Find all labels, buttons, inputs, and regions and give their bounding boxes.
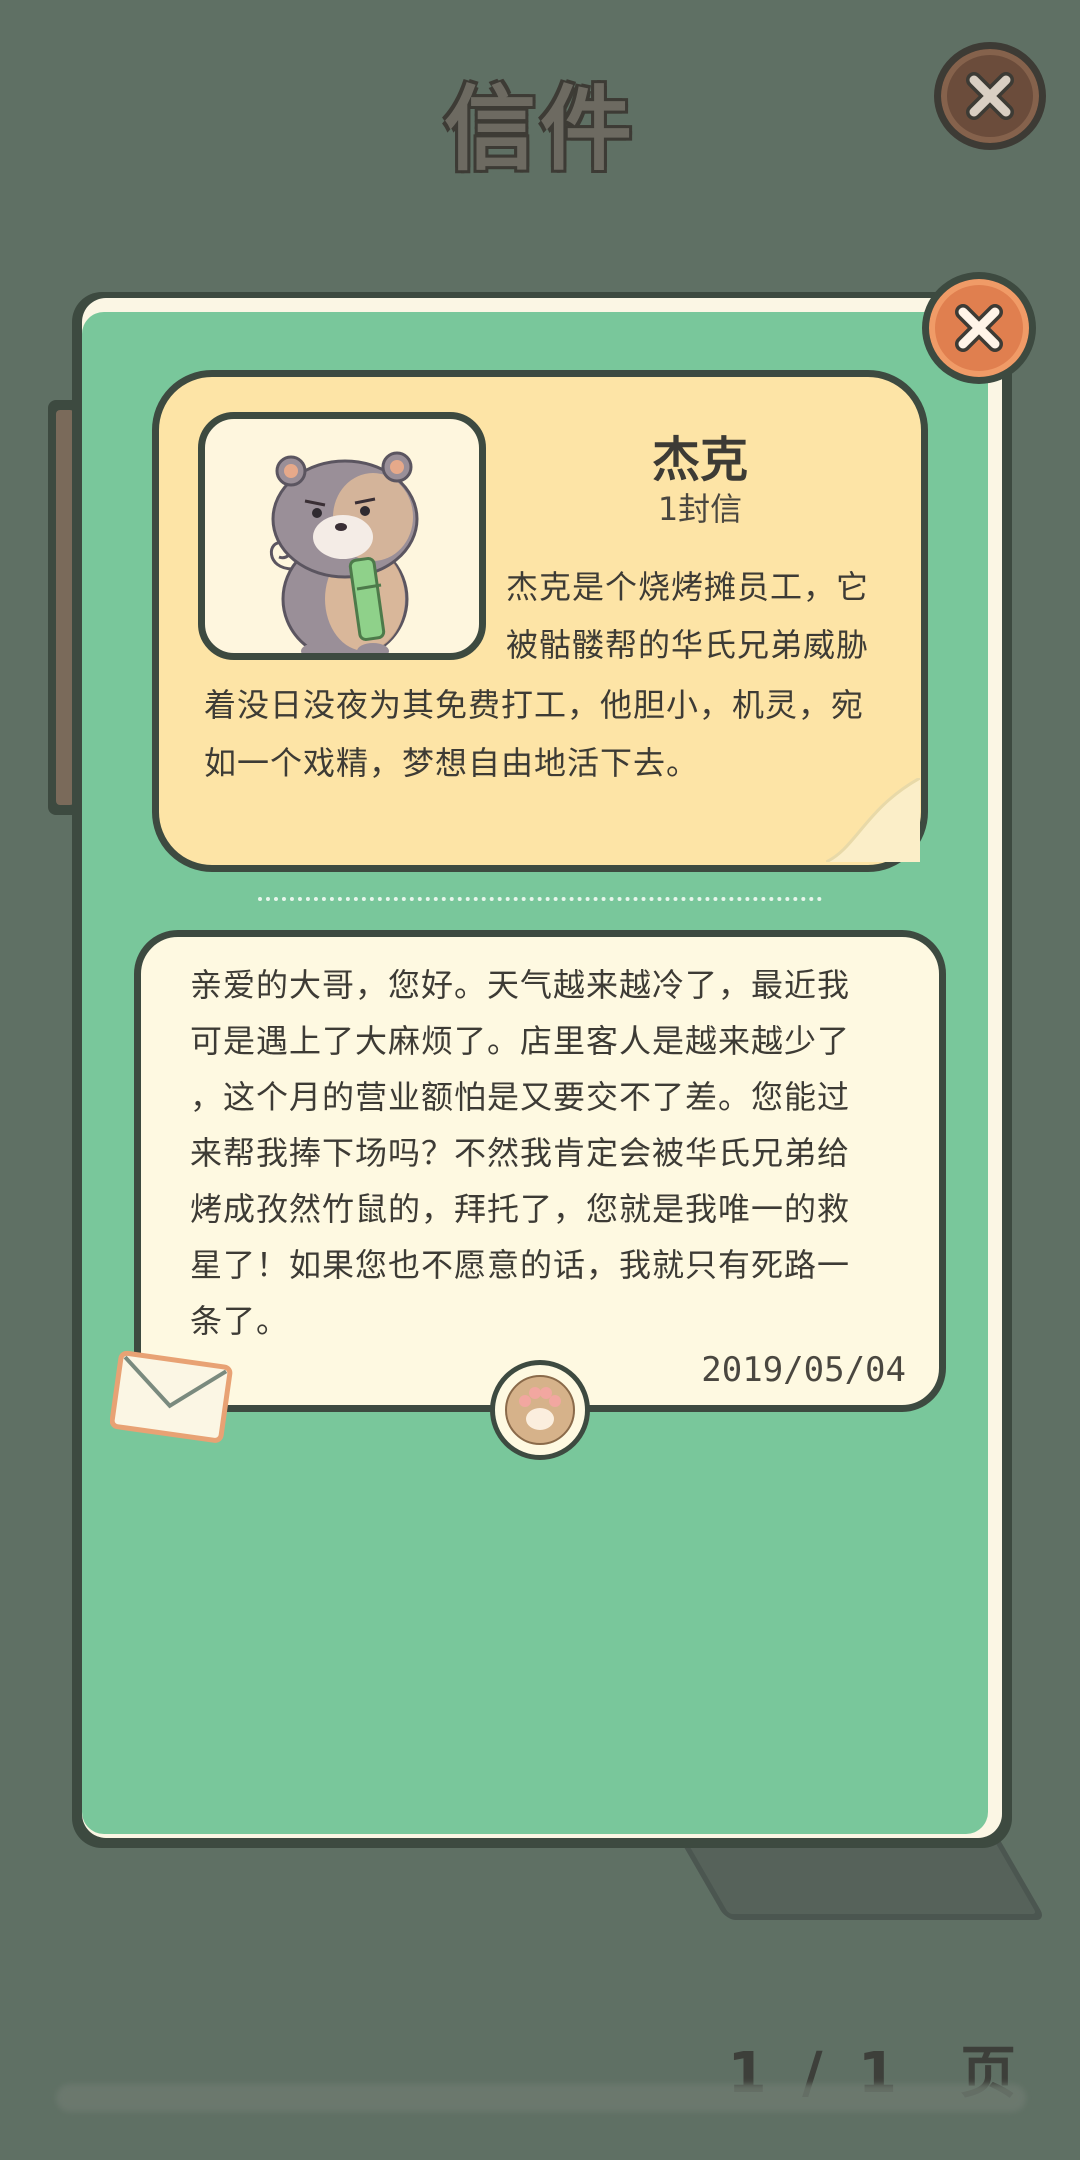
envelope-icon	[110, 1350, 233, 1443]
avatar	[198, 412, 486, 660]
description-line: 杰克是个烧烤摊员工，它	[506, 568, 870, 606]
letter-line: 来帮我捧下场吗？不然我肯定会被华氏兄弟给	[190, 1134, 851, 1172]
page-curl-decoration	[826, 778, 920, 862]
description-line: 着没日没夜为其免费打工，他胆小，机灵，宛	[204, 686, 865, 724]
page-title: 信件	[443, 76, 636, 183]
close-button-top[interactable]	[934, 42, 1046, 150]
letter-date: 2019/05/04	[701, 1350, 906, 1390]
letter-line: 条了。	[190, 1302, 290, 1340]
close-button-card[interactable]	[922, 272, 1036, 384]
paw-button[interactable]	[490, 1360, 590, 1460]
character-name: 杰克	[651, 432, 748, 488]
close-icon	[966, 72, 1014, 120]
paw-icon	[505, 1375, 575, 1445]
divider	[258, 897, 822, 901]
letter-line: 星了！如果您也不愿意的话，我就只有死路一	[190, 1246, 851, 1284]
letter-line: 可是遇上了大麻烦了。店里客人是越来越少了	[190, 1022, 851, 1060]
letter-count: 1封信	[657, 490, 743, 528]
letter-line: 烤成孜然竹鼠的，拜托了，您就是我唯一的救	[190, 1190, 851, 1228]
bamboo-rat-avatar	[269, 451, 419, 653]
close-icon	[955, 304, 1003, 352]
description-line: 如一个戏精，梦想自由地活下去。	[204, 744, 700, 782]
description-line: 被骷髅帮的华氏兄弟威胁	[506, 626, 870, 664]
bottom-shadow	[56, 2084, 1026, 2112]
letter-line: 亲爱的大哥，您好。天气越来越冷了，最近我	[190, 966, 851, 1004]
letter-line: ，这个月的营业额怕是又要交不了差。您能过	[190, 1078, 851, 1116]
